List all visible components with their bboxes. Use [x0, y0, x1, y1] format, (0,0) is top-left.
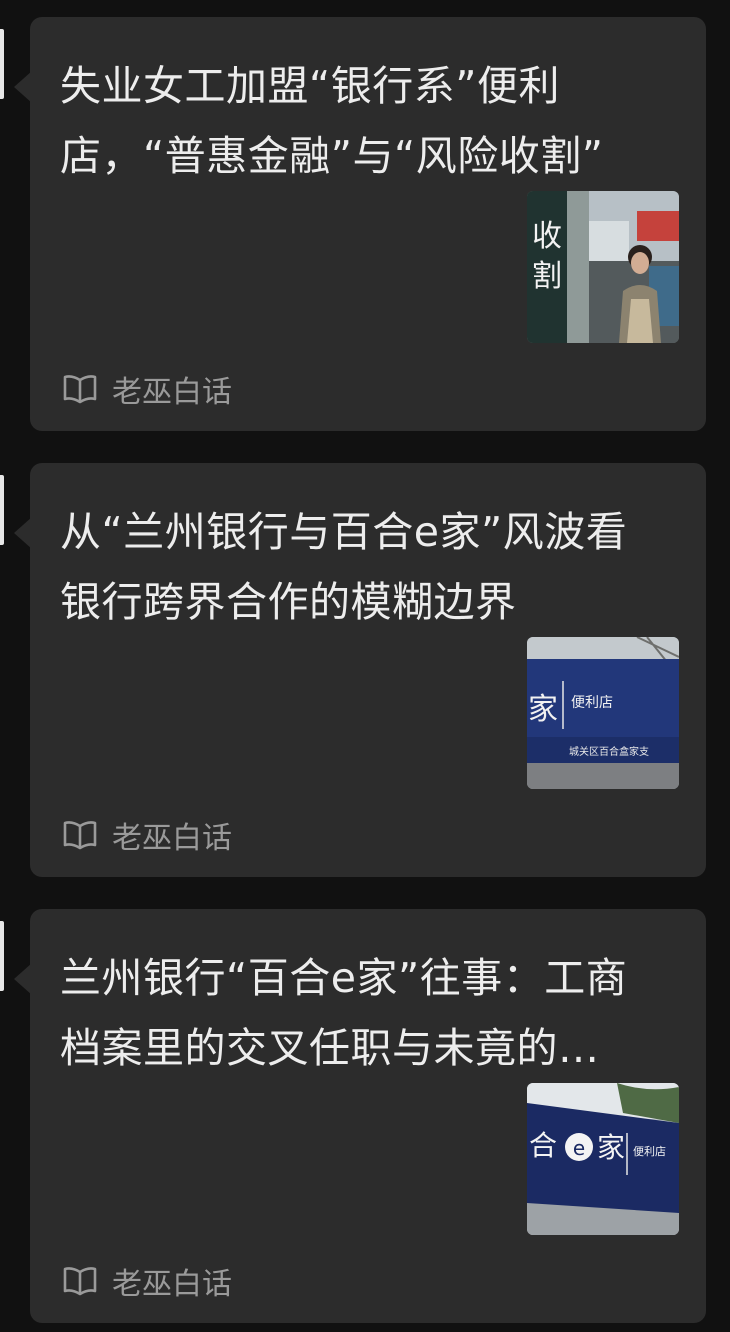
svg-text:家: 家 — [597, 1131, 625, 1164]
article-title[interactable]: 兰州银行“百合e家”往事：工商 档案里的交叉任职与未竟的… — [60, 943, 690, 1083]
svg-text:城关区百合盒家支: 城关区百合盒家支 — [569, 745, 649, 758]
article-row-1: 失业女工加盟“银行系”便利 店，“普惠金融”与“风险收割” 收 割 老巫白话 — [0, 17, 730, 431]
article-thumbnail[interactable]: 收 割 — [527, 191, 679, 343]
svg-text:便利店: 便利店 — [633, 1144, 666, 1158]
article-card-2[interactable]: 从“兰州银行与百合e家”风波看 银行跨界合作的模糊边界 家 便利店 城关区百合盒… — [30, 463, 706, 877]
book-icon — [62, 374, 98, 404]
article-title[interactable]: 失业女工加盟“银行系”便利 店，“普惠金融”与“风险收割” — [60, 51, 690, 191]
article-source[interactable]: 老巫白话 — [62, 1261, 232, 1302]
left-indicator-bar — [0, 29, 4, 99]
thumbnail-sign-text: 合 — [529, 1129, 557, 1162]
source-name: 老巫白话 — [112, 821, 232, 856]
article-title-line-1: 从“兰州银行与百合e家”风波看 — [60, 508, 628, 556]
article-source[interactable]: 老巫白话 — [62, 369, 232, 410]
article-row-3: 兰州银行“百合e家”往事：工商 档案里的交叉任职与未竟的… 合 e 家 便利店 — [0, 909, 730, 1323]
article-feed: 失业女工加盟“银行系”便利 店，“普惠金融”与“风险收割” 收 割 老巫白话 从… — [0, 0, 730, 1332]
article-card-1[interactable]: 失业女工加盟“银行系”便利 店，“普惠金融”与“风险收割” 收 割 老巫白话 — [30, 17, 706, 431]
source-name: 老巫白话 — [112, 1267, 232, 1302]
article-card-3[interactable]: 兰州银行“百合e家”往事：工商 档案里的交叉任职与未竟的… 合 e 家 便利店 — [30, 909, 706, 1323]
left-indicator-bar — [0, 921, 4, 991]
article-source[interactable]: 老巫白话 — [62, 815, 232, 856]
article-title-line-1: 失业女工加盟“银行系”便利 — [60, 62, 560, 110]
article-title-line-2: 档案里的交叉任职与未竟的… — [60, 1024, 600, 1072]
thumbnail-sign-text: 家 — [528, 692, 558, 727]
article-title-line-1: 兰州银行“百合e家”往事：工商 — [60, 954, 628, 1002]
article-title-line-2: 店，“普惠金融”与“风险收割” — [60, 132, 604, 180]
article-title-line-2: 银行跨界合作的模糊边界 — [60, 578, 517, 626]
svg-text:便利店: 便利店 — [571, 695, 613, 711]
article-row-2: 从“兰州银行与百合e家”风波看 银行跨界合作的模糊边界 家 便利店 城关区百合盒… — [0, 463, 730, 877]
book-icon — [62, 1266, 98, 1296]
article-title[interactable]: 从“兰州银行与百合e家”风波看 银行跨界合作的模糊边界 — [60, 497, 690, 637]
left-indicator-bar — [0, 475, 4, 545]
svg-text:割: 割 — [532, 259, 562, 294]
article-thumbnail[interactable]: 合 e 家 便利店 — [527, 1083, 679, 1235]
article-thumbnail[interactable]: 家 便利店 城关区百合盒家支 — [527, 637, 679, 789]
thumbnail-sign-text: 收 — [532, 219, 562, 254]
source-name: 老巫白话 — [112, 375, 232, 410]
book-icon — [62, 820, 98, 850]
svg-text:e: e — [573, 1136, 585, 1160]
